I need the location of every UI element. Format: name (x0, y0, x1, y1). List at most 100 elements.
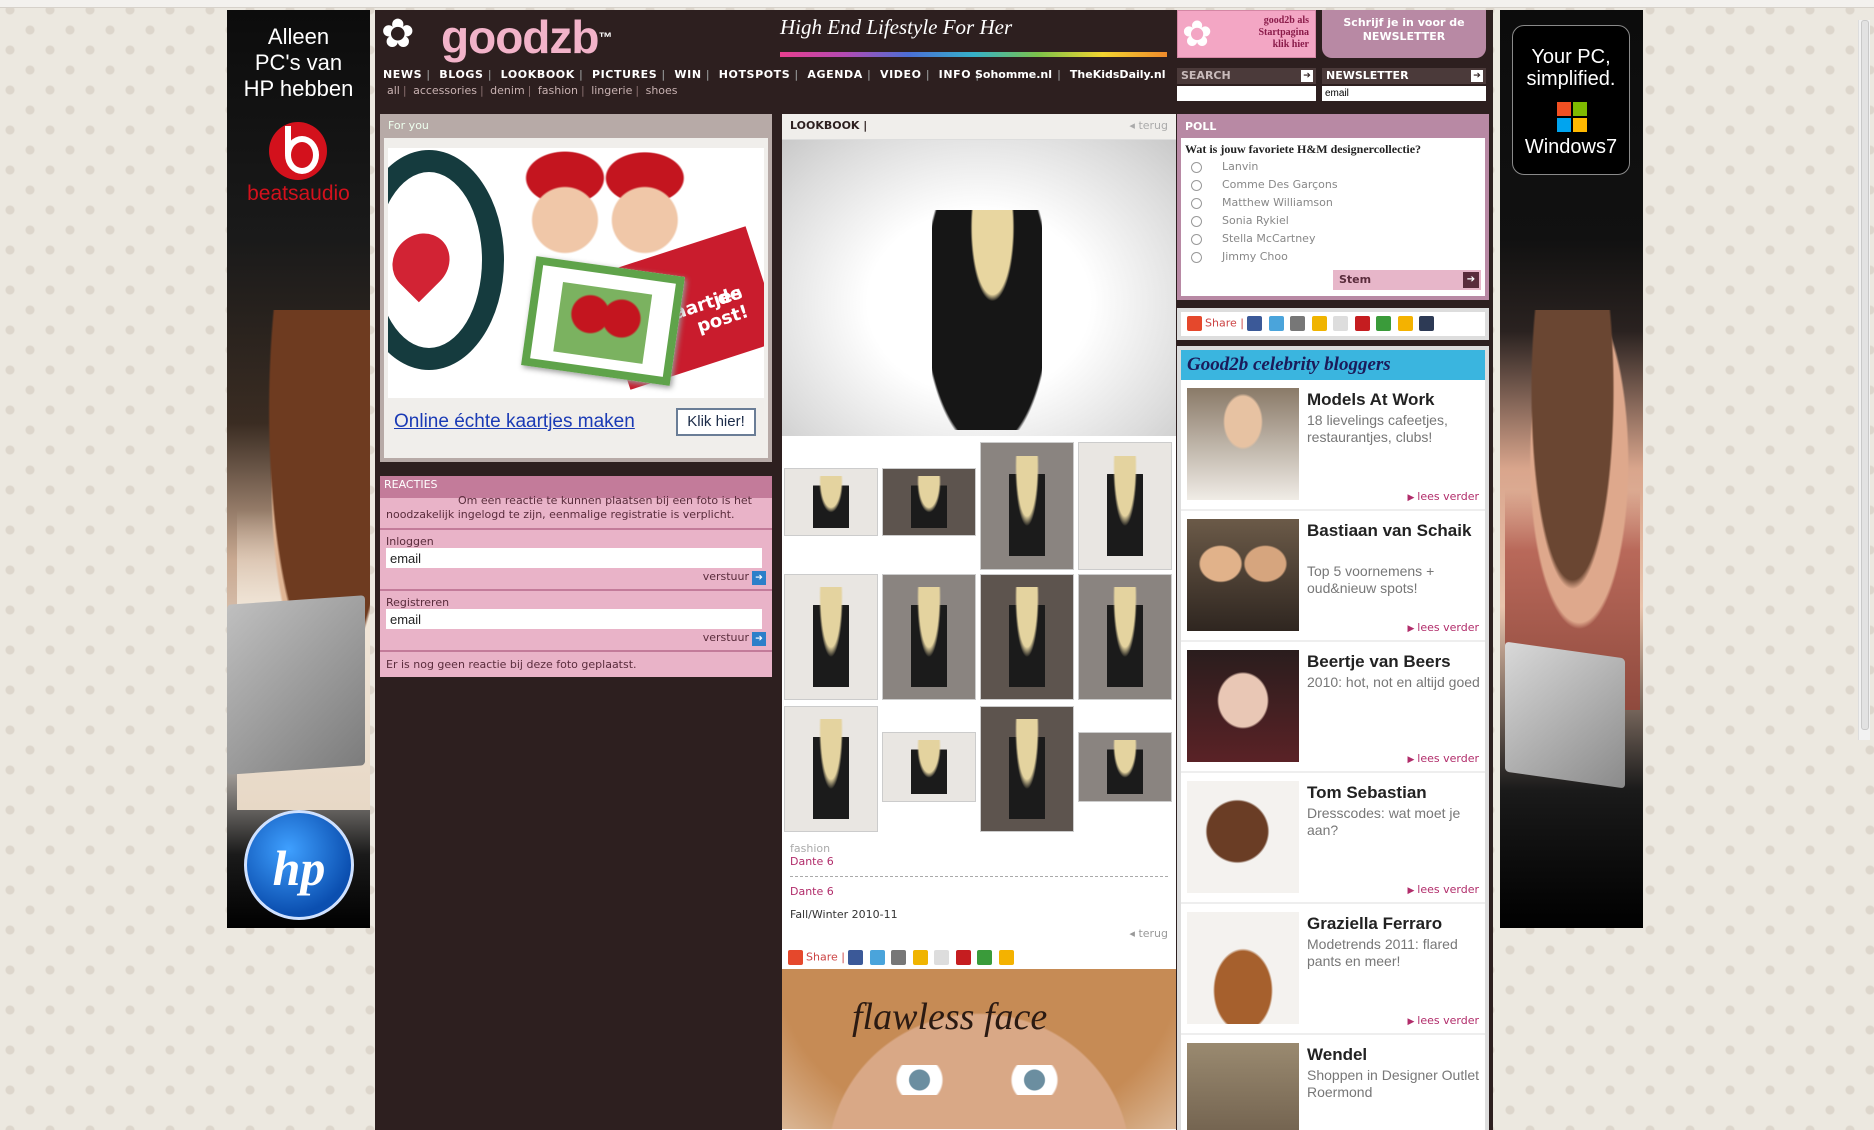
blogger-photo[interactable] (1187, 912, 1299, 1024)
print-icon[interactable] (891, 950, 907, 965)
newsletter-submit-arrow-icon[interactable]: ➔ (1471, 70, 1483, 82)
back-link[interactable]: ◂ terug (790, 927, 1168, 940)
blogger-name[interactable]: Graziella Ferraro (1307, 914, 1482, 934)
subnav-all[interactable]: all (387, 84, 400, 97)
twitter-icon[interactable] (869, 950, 885, 965)
thumbnail[interactable] (784, 574, 878, 700)
hyves-icon[interactable] (1354, 316, 1370, 331)
radio-button[interactable] (1191, 215, 1202, 227)
nav-agenda[interactable]: AGENDA (807, 68, 863, 81)
subnav-shoes[interactable]: shoes (646, 84, 678, 97)
print-icon[interactable] (1290, 316, 1306, 331)
click-here-button[interactable]: Klik hier! (676, 408, 756, 436)
blogger-item[interactable]: Bastiaan van Schaik Top 5 voornemens + o… (1181, 511, 1485, 642)
read-more-link[interactable]: lees verder (1408, 883, 1479, 896)
blogger-photo[interactable] (1187, 388, 1299, 500)
blogger-item[interactable]: Graziella Ferraro Modetrends 2011: flare… (1181, 904, 1485, 1035)
blogger-name[interactable]: Wendel (1307, 1045, 1482, 1065)
digg-icon[interactable] (1419, 316, 1435, 331)
brand-link[interactable]: Dante 6 (790, 885, 1168, 898)
favorite-icon[interactable] (1311, 316, 1327, 331)
subnav-lingerie[interactable]: lingerie (591, 84, 632, 97)
search-input[interactable] (1177, 86, 1316, 101)
thumbnail[interactable] (784, 468, 878, 536)
share-plus-icon[interactable] (788, 950, 803, 965)
blogger-name[interactable]: Bastiaan van Schaik (1307, 521, 1482, 541)
email-icon[interactable] (1333, 316, 1349, 331)
register-submit[interactable]: verstuur ➔ (386, 631, 766, 646)
page-scrollbar[interactable] (1858, 20, 1870, 740)
hp-beats-ad[interactable]: Alleen PC's van HP hebben beatsaudio hp (227, 10, 370, 928)
blogger-name[interactable]: Tom Sebastian (1307, 783, 1482, 803)
nav-blogs[interactable]: BLOGS (439, 68, 483, 81)
radio-button[interactable] (1191, 197, 1202, 209)
poll-option[interactable]: Comme Des Garçons (1181, 176, 1485, 194)
radio-button[interactable] (1191, 251, 1202, 263)
subnav-accessories[interactable]: accessories (413, 84, 477, 97)
radio-button[interactable] (1191, 233, 1202, 245)
thumbnail[interactable] (882, 574, 976, 700)
bookmark-icon[interactable] (1397, 316, 1413, 331)
blogger-item[interactable]: Models At Work 18 lievelings cafeetjes, … (1181, 380, 1485, 511)
delicious-icon[interactable] (977, 950, 993, 965)
email-icon[interactable] (934, 950, 950, 965)
poll-option[interactable]: Lanvin (1181, 158, 1485, 176)
radio-button[interactable] (1191, 179, 1202, 191)
delicious-icon[interactable] (1376, 316, 1392, 331)
login-submit[interactable]: verstuur ➔ (386, 570, 766, 585)
flawless-face-banner[interactable]: flawless face (782, 969, 1176, 1129)
poll-vote-button[interactable]: Stem ➔ (1333, 270, 1481, 290)
bookmark-icon[interactable] (998, 950, 1014, 965)
cards-ad-link[interactable]: Online échte kaartjes maken (394, 411, 635, 433)
poll-option[interactable]: Stella McCartney (1181, 230, 1485, 248)
newsletter-promo[interactable]: Schrijf je in voor de NEWSLETTER (1322, 10, 1486, 58)
startpage-promo[interactable]: ✿ good2b als Startpagina klik hier (1177, 10, 1316, 58)
read-more-link[interactable]: lees verder (1408, 490, 1479, 503)
read-more-link[interactable]: lees verder (1408, 621, 1479, 634)
blogger-name[interactable]: Models At Work (1307, 390, 1482, 410)
windows7-ad[interactable]: Your PC, simplified. Windows7 (1500, 10, 1643, 928)
nav-win[interactable]: WIN (674, 68, 701, 81)
nav-info[interactable]: INFO (939, 68, 972, 81)
nav-lookbook[interactable]: LOOKBOOK (501, 68, 575, 81)
thumbnail[interactable] (882, 732, 976, 802)
blogger-photo[interactable] (1187, 781, 1299, 893)
blogger-name[interactable]: Beertje van Beers (1307, 652, 1482, 672)
thumbnail[interactable] (882, 468, 976, 536)
site-logo[interactable]: goodzb™ (441, 12, 613, 62)
radio-button[interactable] (1191, 161, 1202, 173)
read-more-link[interactable]: lees verder (1408, 752, 1479, 765)
thumbnail[interactable] (980, 706, 1074, 832)
subnav-denim[interactable]: denim (490, 84, 525, 97)
nav-video[interactable]: VIDEO (880, 68, 922, 81)
link-sohomme[interactable]: Sohomme.nl (975, 68, 1052, 81)
blogger-item[interactable]: Tom Sebastian Dresscodes: wat moet je aa… (1181, 773, 1485, 904)
share-label[interactable]: Share (1205, 317, 1237, 330)
blogger-photo[interactable] (1187, 650, 1299, 762)
thumbnail[interactable] (980, 442, 1074, 570)
nav-hotspots[interactable]: HOTSPOTS (719, 68, 791, 81)
thumbnail[interactable] (1078, 574, 1172, 700)
facebook-icon[interactable] (848, 950, 864, 965)
brand-link[interactable]: Dante 6 (790, 855, 1168, 868)
blogger-item[interactable]: Wendel Shoppen in Designer Outlet Roermo… (1181, 1035, 1485, 1130)
thumbnail[interactable] (784, 706, 878, 832)
newsletter-email-input[interactable] (1322, 86, 1486, 101)
lookbook-main-photo[interactable] (782, 140, 1176, 436)
back-link[interactable]: ◂ terug (1129, 114, 1168, 138)
read-more-link[interactable]: lees verder (1408, 1014, 1479, 1027)
thumbnail[interactable] (980, 574, 1074, 700)
facebook-icon[interactable] (1247, 316, 1263, 331)
register-email-field[interactable] (386, 609, 762, 629)
nav-pictures[interactable]: PICTURES (592, 68, 657, 81)
poll-option[interactable]: Sonia Rykiel (1181, 212, 1485, 230)
twitter-icon[interactable] (1268, 316, 1284, 331)
subnav-fashion[interactable]: fashion (538, 84, 578, 97)
blogger-item[interactable]: Beertje van Beers 2010: hot, not en alti… (1181, 642, 1485, 773)
login-email-field[interactable] (386, 548, 762, 568)
flower-logo-icon[interactable]: ✿ (381, 14, 415, 54)
thumbnail[interactable] (1078, 442, 1172, 570)
share-plus-icon[interactable] (1187, 316, 1202, 331)
favorite-icon[interactable] (912, 950, 928, 965)
nav-news[interactable]: NEWS (383, 68, 422, 81)
